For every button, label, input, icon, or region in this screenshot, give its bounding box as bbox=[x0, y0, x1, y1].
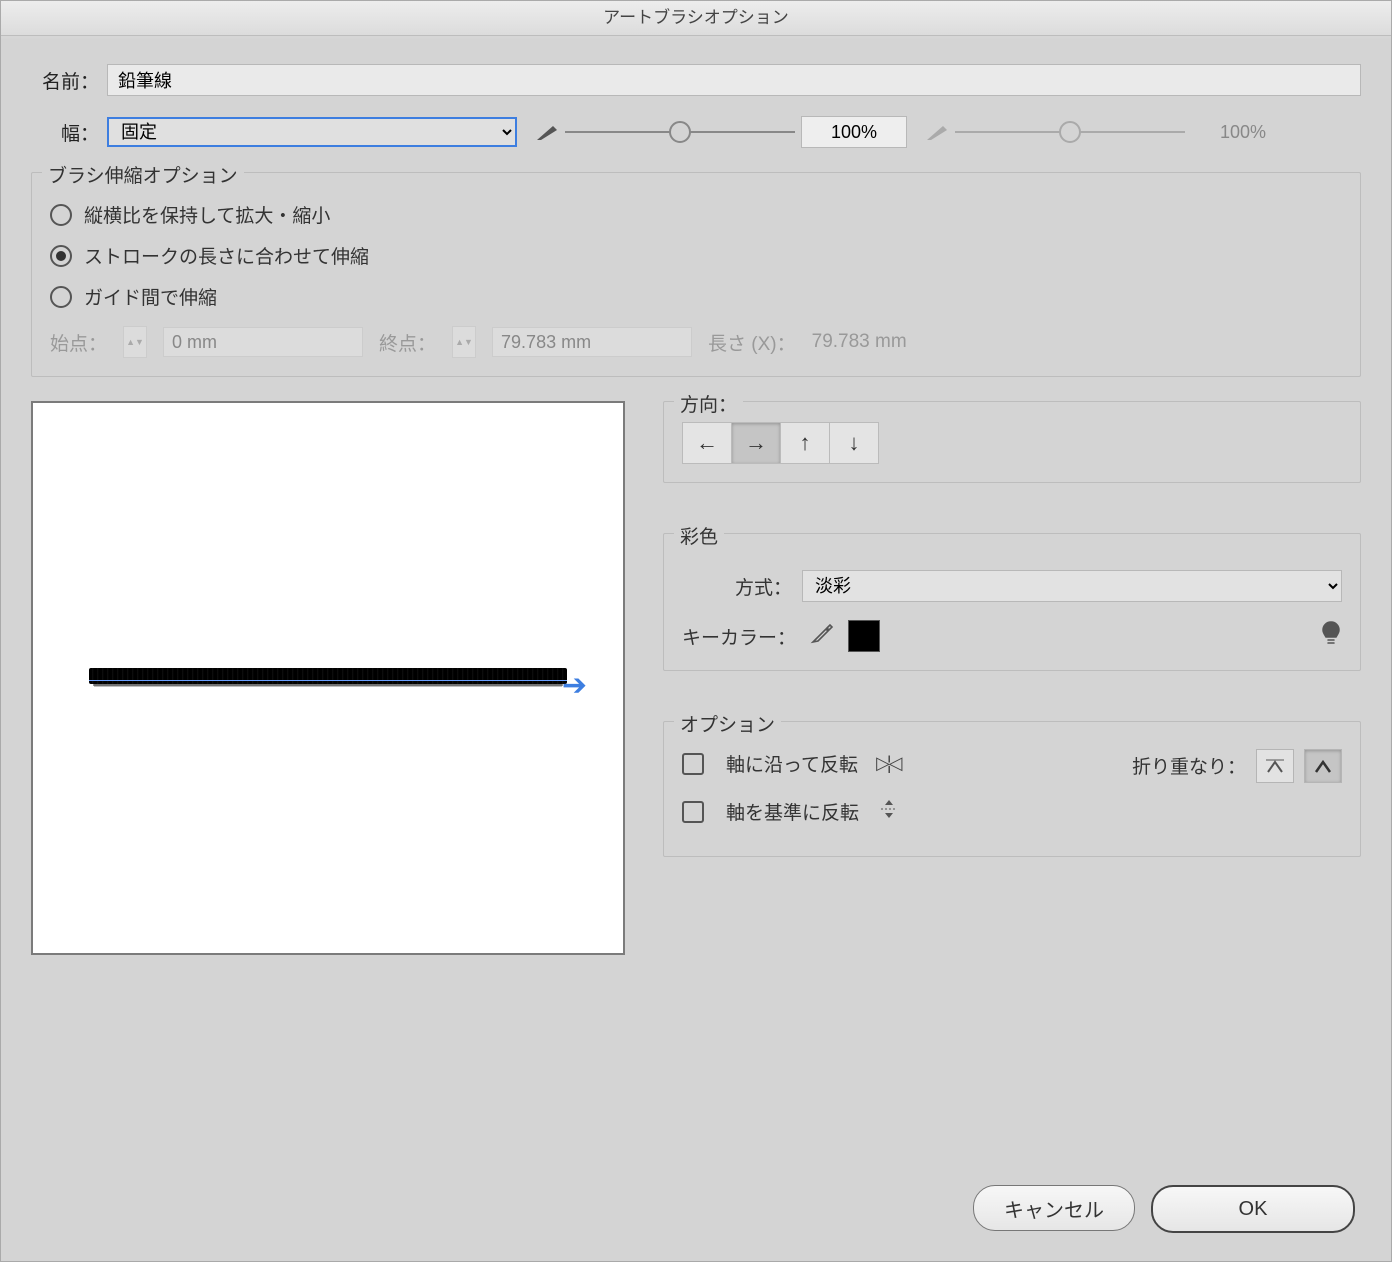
width-mode-select[interactable]: 固定 bbox=[107, 117, 517, 147]
overlap-option-2[interactable] bbox=[1304, 749, 1342, 783]
guide-start-value bbox=[163, 327, 363, 357]
key-color-swatch[interactable] bbox=[848, 620, 880, 652]
direction-group: 方向： ← → ↑ ↓ bbox=[663, 401, 1361, 483]
guide-start-label: 始点： bbox=[50, 329, 107, 356]
width-value-1[interactable] bbox=[801, 116, 907, 148]
radio-proportional-label: 縦横比を保持して拡大・縮小 bbox=[84, 201, 330, 228]
brush-preview: ➔ bbox=[31, 401, 625, 955]
key-color-label: キーカラー： bbox=[682, 623, 796, 650]
guide-end-value bbox=[492, 327, 692, 357]
width-value-2 bbox=[1191, 117, 1295, 147]
radio-between-guides-label: ガイド間で伸縮 bbox=[84, 283, 217, 310]
name-label: 名前： bbox=[31, 67, 99, 94]
radio-stretch[interactable]: ストロークの長さに合わせて伸縮 bbox=[50, 242, 1342, 269]
guide-length-value: 79.783 mm bbox=[812, 331, 907, 353]
width-slider-1[interactable] bbox=[565, 120, 795, 144]
options-group: オプション 軸に沿って反転 ▷¦◁ 折り重なり： bbox=[663, 721, 1361, 857]
art-brush-options-dialog: アートブラシオプション 名前： 幅： 固定 bbox=[0, 0, 1392, 1262]
cancel-button[interactable]: キャンセル bbox=[973, 1185, 1135, 1231]
direction-right-button[interactable]: → bbox=[732, 423, 781, 463]
flip-along-checkbox[interactable]: 軸に沿って反転 ▷¦◁ bbox=[682, 750, 899, 777]
direction-arrow-icon: ➔ bbox=[562, 668, 587, 703]
direction-up-button[interactable]: ↑ bbox=[781, 423, 830, 463]
colorization-legend: 彩色 bbox=[674, 522, 724, 549]
eyedropper-icon[interactable] bbox=[810, 621, 834, 651]
width-max-icon bbox=[925, 122, 949, 142]
flip-across-icon bbox=[877, 797, 901, 826]
guide-end-label: 終点： bbox=[379, 329, 436, 356]
guide-length-label: 長さ (X)： bbox=[708, 329, 796, 356]
width-slider-2 bbox=[955, 120, 1185, 144]
flip-along-icon: ▷¦◁ bbox=[876, 753, 899, 774]
width-min-icon bbox=[535, 122, 559, 142]
ok-button[interactable]: OK bbox=[1151, 1185, 1355, 1233]
radio-between-guides[interactable]: ガイド間で伸縮 bbox=[50, 283, 1342, 310]
options-legend: オプション bbox=[674, 710, 781, 737]
width-label: 幅： bbox=[31, 119, 99, 146]
radio-stretch-label: ストロークの長さに合わせて伸縮 bbox=[84, 242, 369, 269]
guide-end-stepper: ▲▼ bbox=[452, 326, 476, 358]
scale-options-group: ブラシ伸縮オプション 縦横比を保持して拡大・縮小 ストロークの長さに合わせて伸縮… bbox=[31, 172, 1361, 377]
overlap-label: 折り重なり： bbox=[1132, 752, 1246, 779]
tips-icon[interactable] bbox=[1320, 620, 1342, 652]
scale-legend: ブラシ伸縮オプション bbox=[42, 161, 244, 188]
guide-start-stepper: ▲▼ bbox=[123, 326, 147, 358]
direction-left-button[interactable]: ← bbox=[683, 423, 732, 463]
flip-along-label: 軸に沿って反転 bbox=[726, 750, 858, 777]
overlap-option-1[interactable] bbox=[1256, 749, 1294, 783]
color-method-select[interactable]: 淡彩 bbox=[802, 570, 1342, 602]
direction-legend: 方向： bbox=[674, 390, 743, 417]
flip-across-label: 軸を基準に反転 bbox=[726, 798, 859, 825]
flip-across-checkbox[interactable]: 軸を基準に反転 bbox=[682, 797, 1342, 826]
brush-name-input[interactable] bbox=[107, 64, 1361, 96]
direction-down-button[interactable]: ↓ bbox=[830, 423, 878, 463]
dialog-title: アートブラシオプション bbox=[1, 1, 1391, 36]
color-method-label: 方式： bbox=[682, 573, 792, 600]
radio-proportional[interactable]: 縦横比を保持して拡大・縮小 bbox=[50, 201, 1342, 228]
colorization-group: 彩色 方式： 淡彩 キーカラー： bbox=[663, 533, 1361, 671]
